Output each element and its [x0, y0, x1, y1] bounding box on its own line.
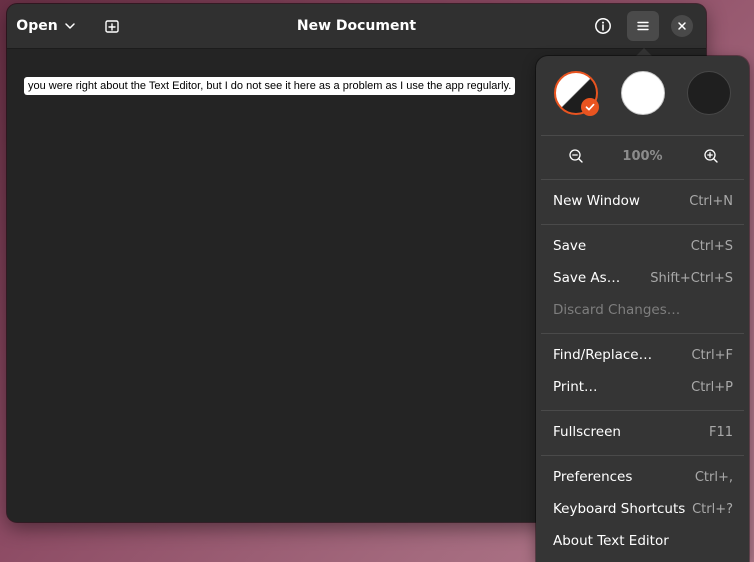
- open-button-label: Open: [16, 18, 58, 34]
- menu-item-label: Find/Replace…: [553, 347, 653, 363]
- menu-item-keyboard-shortcuts[interactable]: Keyboard Shortcuts Ctrl+?: [536, 493, 749, 525]
- menu-item-label: Fullscreen: [553, 424, 621, 440]
- hamburger-menu-icon: [637, 21, 649, 31]
- menu-item-shortcut: Ctrl+S: [690, 238, 733, 254]
- menu-item-discard-changes: Discard Changes…: [536, 294, 749, 326]
- menu-item-label: Save: [553, 238, 587, 254]
- menu-item-label: Preferences: [553, 469, 633, 485]
- style-switcher: [536, 56, 749, 134]
- menu-item-about[interactable]: About Text Editor: [536, 525, 749, 557]
- open-button[interactable]: Open: [15, 11, 77, 41]
- popover-arrow: [636, 48, 652, 56]
- menu-item-fullscreen[interactable]: Fullscreen F11: [536, 416, 749, 448]
- menu-item-shortcut: Ctrl+?: [692, 501, 733, 517]
- document-properties-button[interactable]: [587, 11, 619, 41]
- menu-item-shortcut: Ctrl+P: [691, 379, 733, 395]
- menu-item-save-as[interactable]: Save As… Shift+Ctrl+S: [536, 262, 749, 294]
- zoom-level[interactable]: 100%: [606, 136, 679, 176]
- menu-item-shortcut: F11: [708, 424, 733, 440]
- menu-separator: [541, 333, 744, 334]
- zoom-controls: 100%: [536, 136, 749, 176]
- menu-separator: [541, 410, 744, 411]
- menu-item-label: Keyboard Shortcuts: [553, 501, 686, 517]
- window-title: New Document: [296, 18, 417, 34]
- menu-item-shortcut: Ctrl+,: [694, 469, 733, 485]
- close-button[interactable]: [667, 11, 697, 41]
- menu-item-find-replace[interactable]: Find/Replace… Ctrl+F: [536, 339, 749, 371]
- new-tab-button[interactable]: [97, 11, 127, 41]
- menu-item-label: New Window: [553, 193, 640, 209]
- zoom-in-button[interactable]: [699, 144, 723, 168]
- style-light-button[interactable]: [621, 71, 665, 115]
- menu-item-preferences[interactable]: Preferences Ctrl+,: [536, 461, 749, 493]
- main-menu-button[interactable]: [627, 11, 659, 41]
- menu-item-label: About Text Editor: [553, 533, 669, 549]
- style-selected-badge: [581, 98, 599, 116]
- menu-item-label: Print…: [553, 379, 598, 395]
- menu-item-shortcut: Ctrl+F: [691, 347, 733, 363]
- selected-text[interactable]: you were right about the Text Editor, bu…: [24, 77, 516, 95]
- main-menu-popover: 100% New Window Ctrl+N Save Ctrl+S Save …: [536, 56, 749, 562]
- menu-item-label: Discard Changes…: [553, 302, 681, 318]
- zoom-in-icon: [704, 149, 718, 163]
- menu-item-new-window[interactable]: New Window Ctrl+N: [536, 185, 749, 217]
- info-icon: [595, 18, 611, 34]
- menu-item-shortcut: Shift+Ctrl+S: [650, 270, 733, 286]
- menu-item-shortcut: Ctrl+N: [689, 193, 733, 209]
- menu-separator: [541, 455, 744, 456]
- checkmark-icon: [585, 103, 595, 111]
- new-tab-icon: [105, 20, 119, 33]
- headerbar: Open New Document: [7, 4, 706, 49]
- close-button-circle: [671, 15, 693, 37]
- menu-separator: [541, 224, 744, 225]
- menu-item-label: Save As…: [553, 270, 621, 286]
- menu-item-save[interactable]: Save Ctrl+S: [536, 230, 749, 262]
- zoom-out-icon: [569, 149, 583, 163]
- chevron-down-icon: [64, 23, 75, 29]
- menu-item-print[interactable]: Print… Ctrl+P: [536, 371, 749, 403]
- style-dark-button[interactable]: [687, 71, 731, 115]
- zoom-out-button[interactable]: [564, 144, 588, 168]
- close-icon: [678, 22, 686, 30]
- menu-separator: [541, 179, 744, 180]
